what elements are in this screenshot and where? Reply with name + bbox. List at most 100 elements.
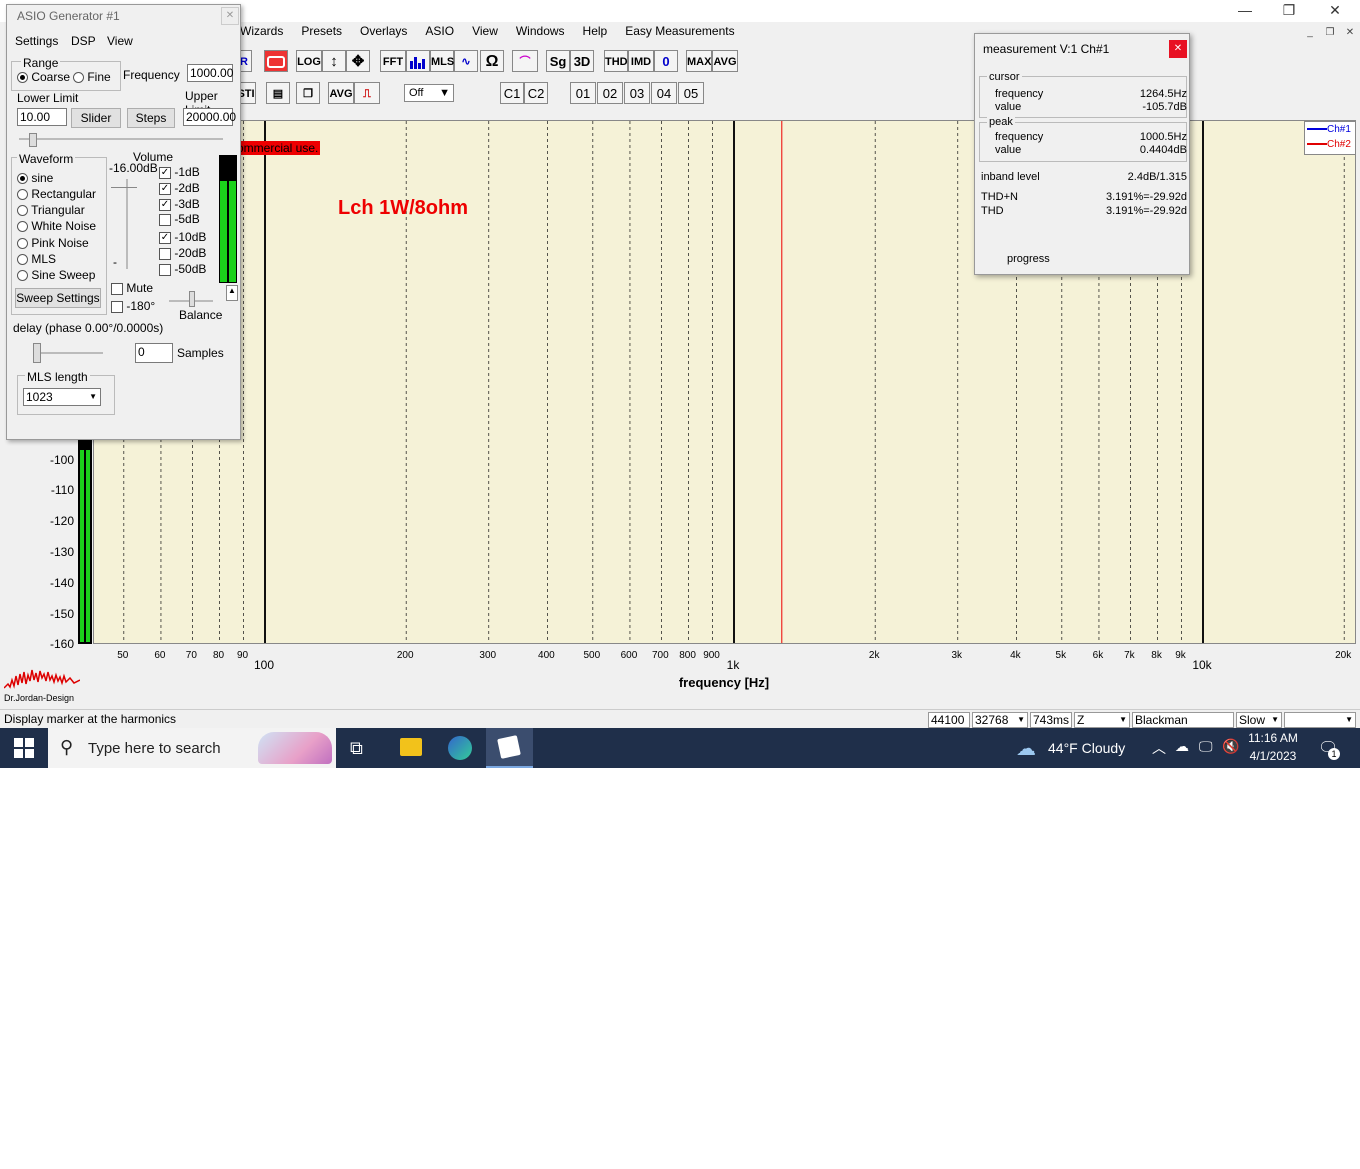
clock-date[interactable]: 4/1/2023 bbox=[1244, 749, 1302, 763]
memory-03-button[interactable]: 03 bbox=[624, 82, 650, 104]
clock-time[interactable]: 11:16 AM bbox=[1244, 731, 1302, 745]
mute-checkbox[interactable]: Mute bbox=[111, 281, 153, 295]
z-select[interactable]: Z ▼ bbox=[1074, 712, 1130, 728]
onedrive-icon[interactable]: ☁ bbox=[1175, 738, 1189, 755]
network-icon[interactable]: 🖵 bbox=[1199, 738, 1213, 755]
gen-menu-dsp[interactable]: DSP bbox=[71, 34, 96, 48]
waveform-sine-radio[interactable]: sine bbox=[17, 171, 53, 185]
attenuator-50db[interactable]: -50dB bbox=[159, 262, 206, 276]
generator-close-icon[interactable]: ✕ bbox=[221, 7, 239, 25]
tool-c2-button[interactable]: C2 bbox=[524, 82, 548, 104]
tool-c1-button[interactable]: C1 bbox=[500, 82, 524, 104]
task-view-icon[interactable]: ⧉ bbox=[350, 738, 363, 759]
extra-select[interactable]: ▼ bbox=[1284, 712, 1356, 728]
spectrum-bars-icon[interactable] bbox=[406, 50, 430, 72]
rew-app-taskbar-button[interactable] bbox=[486, 728, 533, 768]
menu-help[interactable]: Help bbox=[583, 24, 608, 38]
step-response-icon[interactable]: ⎍ bbox=[354, 82, 380, 104]
memory-01-button[interactable]: 01 bbox=[570, 82, 596, 104]
tool-ohm-button[interactable]: Ω bbox=[480, 50, 504, 72]
file-explorer-icon[interactable] bbox=[400, 738, 422, 756]
attenuator-5db[interactable]: -5dB bbox=[159, 212, 200, 226]
waveform-mls-radio[interactable]: MLS bbox=[17, 252, 56, 266]
delay-slider-track[interactable] bbox=[33, 352, 103, 354]
print-icon[interactable]: ▤ bbox=[266, 82, 290, 104]
sweep-settings-button[interactable]: Sweep Settings bbox=[15, 288, 101, 308]
samples-input[interactable]: 0 bbox=[135, 343, 173, 363]
tool-avg2-button[interactable]: AVG bbox=[328, 82, 354, 104]
waveform-white-noise-radio[interactable]: White Noise bbox=[17, 219, 96, 233]
tool-imd-button[interactable]: IMD bbox=[628, 50, 654, 72]
mls-length-select[interactable]: 1023 ▼ bbox=[23, 388, 101, 406]
tool-max-button[interactable]: MAX bbox=[686, 50, 712, 72]
copy-icon[interactable]: ❐ bbox=[296, 82, 320, 104]
tool-sg-button[interactable]: Sg bbox=[546, 50, 570, 72]
gen-menu-settings[interactable]: Settings bbox=[15, 34, 58, 48]
attenuator-10db[interactable]: ✓ -10dB bbox=[159, 230, 206, 244]
menu-windows[interactable]: Windows bbox=[516, 24, 565, 38]
attenuator-1db[interactable]: ✓ -1dB bbox=[159, 165, 200, 179]
tool-log-button[interactable]: LOG bbox=[296, 50, 322, 72]
gen-menu-view[interactable]: View bbox=[107, 34, 133, 48]
mdi-restore-button[interactable]: ❐ bbox=[1323, 27, 1337, 38]
waveform-pink-noise-radio[interactable]: Pink Noise bbox=[17, 236, 89, 250]
meter-scroll-icon[interactable]: ▲ bbox=[226, 285, 238, 301]
menu-view[interactable]: View bbox=[472, 24, 498, 38]
upper-limit-input[interactable]: 20000.00 bbox=[183, 108, 236, 126]
delay-slider-thumb[interactable] bbox=[33, 343, 41, 363]
tool-thd-button[interactable]: THD bbox=[604, 50, 628, 72]
windows-start-icon[interactable] bbox=[14, 738, 34, 758]
waveform-triangular-radio[interactable]: Triangular bbox=[17, 203, 85, 217]
slider-button[interactable]: Slider bbox=[71, 108, 121, 128]
attenuator-2db[interactable]: ✓ -2dB bbox=[159, 181, 200, 195]
taskbar-search-box[interactable]: ⚲ Type here to search bbox=[48, 728, 336, 768]
attenuator-3db[interactable]: ✓ -3dB bbox=[159, 197, 200, 211]
fine-radio[interactable]: Fine bbox=[73, 70, 111, 84]
menu-asio[interactable]: ASIO bbox=[425, 24, 454, 38]
mdi-minimize-button[interactable]: _ bbox=[1303, 27, 1317, 38]
volume-muted-icon[interactable]: 🔇 bbox=[1222, 738, 1239, 755]
tool-zero-button[interactable]: 0 bbox=[654, 50, 678, 72]
fft-size-select[interactable]: 32768 ▼ bbox=[972, 712, 1028, 728]
mdi-close-button[interactable]: ✕ bbox=[1343, 27, 1357, 38]
volume-slider-thumb[interactable] bbox=[111, 187, 137, 194]
tool-fft-button[interactable]: FFT bbox=[380, 50, 406, 72]
balance-slider-thumb[interactable] bbox=[189, 291, 195, 307]
vertical-zoom-icon[interactable]: ↕ bbox=[322, 50, 346, 72]
frequency-slider-track[interactable] bbox=[19, 138, 223, 140]
phase-180-checkbox[interactable]: -180° bbox=[111, 299, 155, 313]
chevron-up-icon[interactable]: ︿ bbox=[1152, 738, 1166, 758]
frequency-slider-thumb[interactable] bbox=[29, 133, 37, 147]
close-button[interactable]: ✕ bbox=[1312, 2, 1358, 20]
measurement-close-icon[interactable]: ✕ bbox=[1169, 40, 1187, 58]
steps-button[interactable]: Steps bbox=[127, 108, 175, 128]
move-icon[interactable]: ✥ bbox=[346, 50, 370, 72]
memory-02-button[interactable]: 02 bbox=[597, 82, 623, 104]
speed-select[interactable]: Slow ▼ bbox=[1236, 712, 1282, 728]
overlay-curve-icon[interactable]: ⌒ bbox=[512, 50, 538, 72]
record-icon[interactable] bbox=[264, 50, 288, 72]
tool-mls-button[interactable]: MLS bbox=[430, 50, 454, 72]
weather-text[interactable]: 44°F Cloudy bbox=[1048, 740, 1125, 756]
memory-05-button[interactable]: 05 bbox=[678, 82, 704, 104]
menu-presets[interactable]: Presets bbox=[301, 24, 342, 38]
minimize-button[interactable]: — bbox=[1222, 2, 1268, 20]
maximize-button[interactable]: ❐ bbox=[1266, 2, 1312, 20]
menu-overlays[interactable]: Overlays bbox=[360, 24, 407, 38]
lower-limit-input[interactable]: 10.00 bbox=[17, 108, 67, 126]
memory-04-button[interactable]: 04 bbox=[651, 82, 677, 104]
wave-icon[interactable]: ∿ bbox=[454, 50, 478, 72]
samplerate-field[interactable]: 44100 bbox=[928, 712, 970, 728]
tool-3d-button[interactable]: 3D bbox=[570, 50, 594, 72]
waveform-rectangular-radio[interactable]: Rectangular bbox=[17, 187, 96, 201]
coarse-radio[interactable]: Coarse bbox=[17, 70, 70, 84]
menu-easy-measurements[interactable]: Easy Measurements bbox=[625, 24, 734, 38]
frequency-input[interactable]: 1000.00 bbox=[187, 64, 233, 82]
window-field[interactable]: Blackman bbox=[1132, 712, 1234, 728]
menu-wizards[interactable]: Wizards bbox=[240, 24, 283, 38]
attenuator-20db[interactable]: -20dB bbox=[159, 246, 206, 260]
edge-browser-icon[interactable] bbox=[448, 736, 472, 760]
tool-avg-button[interactable]: AVG bbox=[712, 50, 738, 72]
smoothing-select[interactable]: Off ▼ bbox=[404, 84, 454, 102]
waveform-sine-sweep-radio[interactable]: Sine Sweep bbox=[17, 268, 95, 282]
